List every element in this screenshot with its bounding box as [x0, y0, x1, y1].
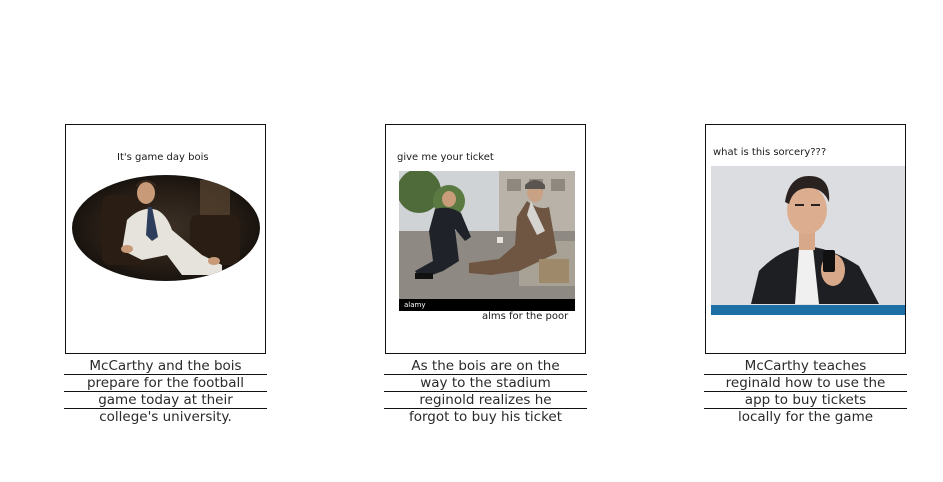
stock-watermark-logo: alamy [404, 301, 426, 309]
caption-1-line-2: prepare for the football [64, 375, 267, 392]
panel-2-bottom-text: alms for the poor [482, 311, 569, 322]
caption-3-line-3: app to buy tickets [704, 392, 907, 409]
comic-panel-2: give me your ticket alamy alms for the p… [385, 124, 586, 354]
caption-1-line-3: game today at their [64, 392, 267, 409]
stock-banner [711, 305, 905, 315]
panel-1-top-text: It's game day bois [117, 152, 209, 163]
caption-3-line-2: reginald how to use the [704, 375, 907, 392]
caption-2-line-2: way to the stadium [384, 375, 587, 392]
caption-1: McCarthy and the bois prepare for the fo… [64, 358, 267, 425]
comic-panel-3: what is this sorcery??? [705, 124, 906, 354]
panel-1-image [72, 175, 260, 281]
caption-1-line-1: McCarthy and the bois [64, 358, 267, 375]
panel-3-image [711, 166, 905, 315]
panel-2-image: alamy [399, 171, 575, 311]
caption-2-line-1: As the bois are on the [384, 358, 587, 375]
panel-3-top-text: what is this sorcery??? [713, 147, 827, 158]
caption-2-line-4: forgot to buy his ticket [408, 409, 563, 425]
caption-3-line-4: locally for the game [737, 409, 874, 425]
caption-2-line-3: reginold realizes he [384, 392, 587, 409]
caption-3: McCarthy teaches reginald how to use the… [704, 358, 907, 425]
caption-1-line-4: college's university. [99, 409, 232, 425]
caption-3-line-1: McCarthy teaches [704, 358, 907, 375]
panel-2-top-text: give me your ticket [397, 152, 494, 163]
stock-watermark-bar: alamy [399, 299, 575, 311]
caption-2: As the bois are on the way to the stadiu… [384, 358, 587, 425]
comic-panel-1: It's game day bois [65, 124, 266, 354]
